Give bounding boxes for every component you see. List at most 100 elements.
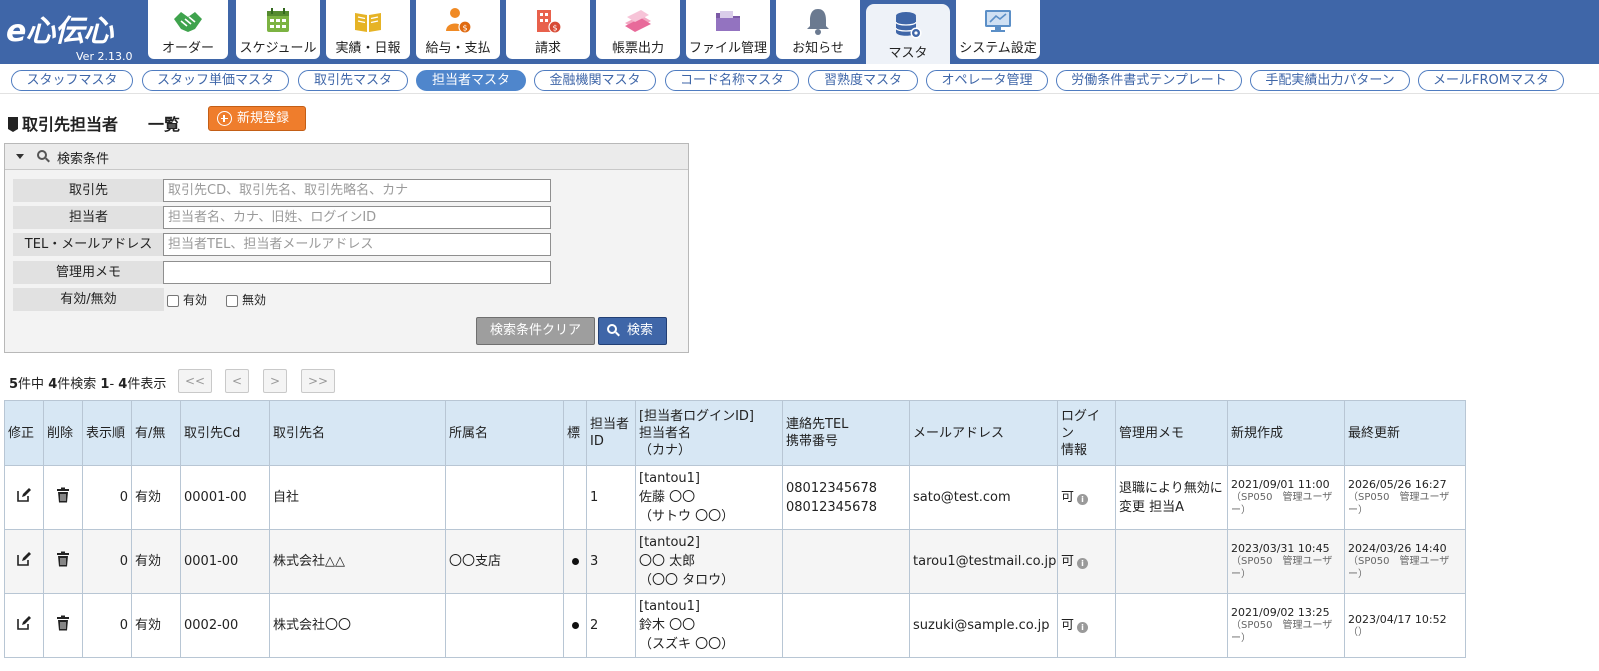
col-login-line1: [担当者ログインID]: [639, 408, 754, 424]
search-panel-title: 検索条件: [57, 152, 110, 167]
login-id-text: [tantou1]: [639, 471, 701, 486]
app-version: Ver 2.13.0: [76, 50, 133, 63]
folder-icon: [716, 11, 740, 31]
delete-cell: [43, 593, 83, 658]
col-client-cd[interactable]: 取引先Cd: [180, 400, 270, 466]
edit-icon[interactable]: [16, 487, 32, 503]
subnav-bank-master[interactable]: 金融機関マスタ: [534, 70, 656, 91]
page-title-sub: 一覧: [148, 115, 181, 134]
subnav-operator-admin[interactable]: オペレータ管理: [926, 70, 1048, 91]
pager-info: 5件中 4件検索 1- 4件表示: [9, 373, 166, 392]
client-name-cell: 自社: [269, 465, 446, 530]
subnav-staff-master[interactable]: スタッフマスタ: [11, 70, 133, 91]
nav-tab-order[interactable]: オーダー: [148, 0, 228, 59]
building-coin-icon: $: [537, 10, 562, 34]
nav-tab-schedule[interactable]: スケジュール: [236, 0, 320, 59]
dept-cell: [445, 465, 564, 530]
client-search-input[interactable]: [163, 179, 551, 202]
nav-tab-files[interactable]: ファイル管理: [686, 0, 770, 59]
login-info-cell: 可i: [1057, 593, 1116, 658]
pager-found: 4: [48, 377, 58, 392]
new-register-button[interactable]: 新規登録: [208, 106, 306, 131]
subnav-code-name-master[interactable]: コード名称マスタ: [665, 70, 799, 91]
memo-cell: 退職により無効に変更 担当A: [1115, 465, 1228, 530]
subnav-skill-master[interactable]: 習熟度マスタ: [808, 70, 918, 91]
search-panel-header[interactable]: 検索条件: [5, 144, 688, 170]
nav-label: 請求: [534, 41, 561, 56]
field-label-tel-email: TEL・メールアドレス: [13, 233, 164, 256]
person-coin-icon: $: [446, 8, 472, 34]
col-client-name[interactable]: 取引先名: [269, 400, 446, 466]
created-datetime: 2021/09/02 13:25: [1231, 606, 1330, 619]
subnav-arrange-output-pattern[interactable]: 手配実績出力パターン: [1250, 70, 1410, 91]
pager-next-button[interactable]: >: [263, 369, 287, 393]
nav-tab-results[interactable]: 実績・日報: [326, 0, 410, 59]
collapse-triangle-icon[interactable]: [16, 154, 24, 159]
contact-search-input[interactable]: [163, 206, 551, 229]
pager-prev-button[interactable]: <: [225, 369, 249, 393]
trash-icon[interactable]: [56, 487, 70, 503]
col-tel[interactable]: 連絡先TEL 携帯番号: [782, 400, 910, 466]
login-info-text: 可: [1061, 490, 1075, 505]
edit-icon[interactable]: [16, 551, 32, 567]
tel-cell: 08012345678 08012345678: [782, 465, 910, 530]
subnav-staff-rate-master[interactable]: スタッフ単価マスタ: [142, 70, 289, 91]
trash-icon[interactable]: [56, 615, 70, 631]
col-delete: 削除: [43, 400, 83, 466]
valid-checkbox[interactable]: [167, 295, 179, 307]
clear-conditions-button[interactable]: 検索条件クリア: [476, 317, 595, 345]
mark-cell: [563, 465, 587, 530]
info-icon[interactable]: i: [1077, 558, 1089, 569]
staff-kana-text: （サトウ 〇〇）: [639, 509, 735, 524]
col-valid[interactable]: 有/無: [131, 400, 181, 466]
col-staff-id-line1: 担当者: [590, 417, 630, 432]
nav-label: オーダー: [161, 41, 214, 56]
col-order[interactable]: 表示順: [82, 400, 132, 466]
login-name-cell: [tantou2] 〇〇 太郎 （〇〇 タロウ）: [635, 529, 783, 594]
sub-nav: スタッフマスタ スタッフ単価マスタ 取引先マスタ 担当者マスタ 金融機関マスタ …: [0, 64, 1599, 94]
login-id-text: [tantou1]: [639, 599, 701, 614]
col-updated[interactable]: 最終更新: [1344, 400, 1466, 466]
app-logo[interactable]: e心伝心 Ver 2.13.0: [4, 6, 140, 63]
nav-tab-billing[interactable]: $ 請求: [506, 0, 590, 59]
pager-first-button[interactable]: <<: [178, 369, 212, 393]
pager-last-button[interactable]: >>: [301, 369, 335, 393]
nav-tab-reports[interactable]: 帳票出力: [596, 0, 680, 59]
invalid-checkbox[interactable]: [226, 295, 238, 307]
nav-tab-master[interactable]: マスタ: [866, 4, 950, 64]
monitor-settings-icon: [985, 10, 1011, 32]
col-email[interactable]: メールアドレス: [909, 400, 1058, 466]
edit-icon[interactable]: [16, 615, 32, 631]
col-dept[interactable]: 所属名: [445, 400, 564, 466]
created-by: （SP050 管理ユーザー）: [1231, 620, 1333, 644]
info-icon[interactable]: i: [1077, 622, 1089, 633]
nav-label: スケジュール: [239, 41, 317, 56]
subnav-labor-template[interactable]: 労働条件書式テンプレート: [1056, 70, 1242, 91]
trash-icon[interactable]: [56, 551, 70, 567]
valid-cell: 有効: [131, 465, 181, 530]
subnav-client-master[interactable]: 取引先マスタ: [298, 70, 408, 91]
tel-email-search-input[interactable]: [163, 233, 551, 256]
nav-tab-notices[interactable]: お知らせ: [776, 0, 860, 59]
valid-checkbox-label[interactable]: 有効: [183, 291, 207, 308]
tel-cell: [782, 529, 910, 594]
col-created[interactable]: 新規作成: [1227, 400, 1345, 466]
col-staff-id[interactable]: 担当者 ID: [586, 400, 636, 466]
updated-cell: 2024/03/26 14:40 （SP050 管理ユーザー）: [1344, 529, 1466, 594]
nav-label: 帳票出力: [611, 41, 664, 56]
col-login-info-line1: ログイン: [1061, 408, 1101, 441]
login-name-cell: [tantou1] 鈴木 〇〇 （スズキ 〇〇）: [635, 593, 783, 658]
login-id-text: [tantou2]: [639, 535, 701, 550]
subnav-mail-from-master[interactable]: メールFROMマスタ: [1418, 70, 1564, 91]
nav-tab-payroll[interactable]: $ 給与・支払: [416, 0, 500, 59]
papers-icon: [625, 10, 651, 32]
invalid-checkbox-label[interactable]: 無効: [242, 291, 266, 308]
pager-range-to: 4: [118, 377, 128, 392]
col-login-name[interactable]: [担当者ログインID] 担当者名 （カナ）: [635, 400, 783, 466]
subnav-contact-master[interactable]: 担当者マスタ: [416, 70, 526, 91]
search-button[interactable]: 検索: [598, 317, 667, 345]
info-icon[interactable]: i: [1077, 494, 1089, 505]
nav-tab-system-settings[interactable]: システム設定: [956, 0, 1040, 59]
staff-id-cell: 3: [586, 529, 636, 594]
memo-search-input[interactable]: [163, 261, 551, 284]
